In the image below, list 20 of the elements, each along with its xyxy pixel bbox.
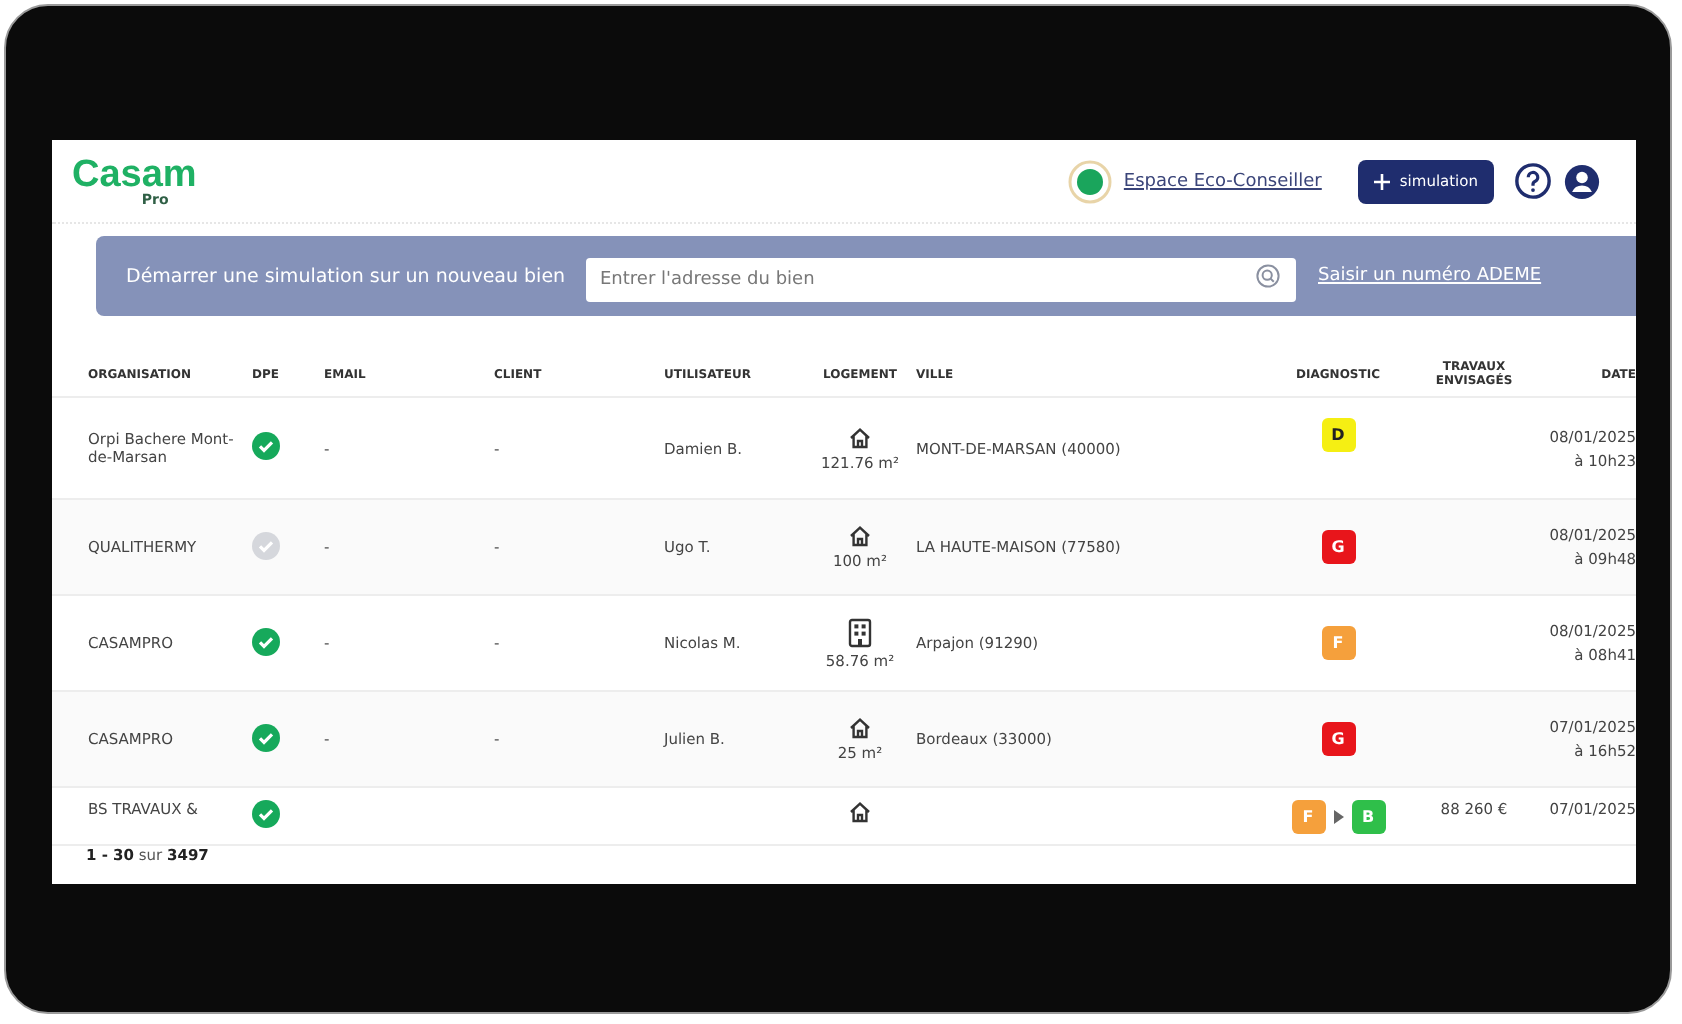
eco-advisor-link[interactable]: Espace Eco-Conseiller (1123, 171, 1322, 192)
energy-class-badge: G (1321, 722, 1355, 756)
house-icon (848, 716, 872, 740)
arrow-right-icon (1333, 810, 1343, 824)
house-icon (848, 800, 872, 824)
address-search-field[interactable]: Entrer l'adresse du bien (586, 258, 1296, 303)
energy-class-badge: B (1351, 800, 1385, 834)
energy-class-badge: G (1321, 530, 1355, 564)
search-icon[interactable] (1256, 264, 1280, 289)
user-avatar-icon[interactable] (1564, 163, 1600, 200)
logo-text: Casam (72, 155, 197, 194)
plus-icon (1373, 173, 1390, 190)
banner-title: Démarrer une simulation sur un nouveau bien (126, 265, 568, 288)
help-icon[interactable] (1514, 162, 1552, 201)
house-icon (848, 425, 872, 449)
building-icon (848, 617, 872, 647)
energy-class-badge: F (1321, 626, 1355, 660)
energy-class-badge: F (1291, 800, 1325, 834)
house-icon (848, 524, 872, 548)
energy-class-badge: D (1321, 418, 1355, 452)
